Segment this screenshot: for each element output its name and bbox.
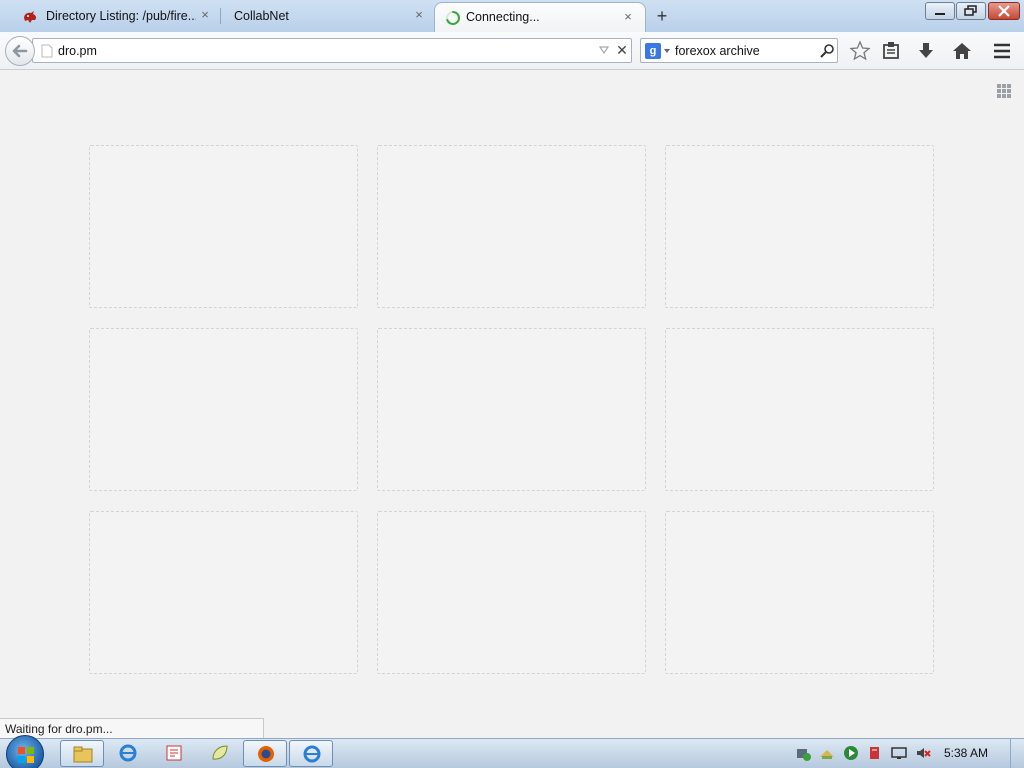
tab-label: Directory Listing: /pub/fire...	[46, 9, 196, 23]
tab-label: Connecting...	[466, 10, 540, 24]
site-thumbnail[interactable]	[665, 145, 934, 308]
taskbar-internet-explorer-open[interactable]	[289, 740, 333, 767]
site-thumbnail[interactable]	[89, 511, 358, 674]
search-icon[interactable]	[819, 43, 835, 59]
show-desktop-button[interactable]	[1010, 739, 1024, 768]
search-input[interactable]: forexox archive	[675, 44, 760, 58]
leaf-icon	[212, 745, 228, 760]
menu-icon[interactable]	[991, 40, 1013, 62]
dragon-favicon-icon	[24, 11, 37, 23]
grid-toggle-icon[interactable]	[996, 83, 1012, 99]
new-tab-button[interactable]: +	[652, 6, 672, 26]
taskbar-explorer[interactable]	[60, 740, 104, 767]
tab-directory-listing[interactable]: Directory Listing: /pub/fire... ×	[0, 3, 222, 30]
security-icon[interactable]	[867, 745, 883, 761]
taskbar-app[interactable]	[198, 740, 242, 767]
engine-dropdown-icon[interactable]	[663, 45, 671, 55]
tab-collabnet[interactable]: CollabNet ×	[214, 3, 436, 30]
new-tab-page	[0, 71, 1024, 718]
media-icon[interactable]	[843, 745, 859, 761]
update-icon[interactable]	[819, 745, 835, 761]
google-engine-icon[interactable]: g	[645, 43, 661, 59]
close-tab-icon[interactable]: ×	[198, 8, 212, 22]
volume-muted-icon[interactable]	[915, 745, 931, 761]
tab-label: CollabNet	[234, 9, 289, 23]
back-button[interactable]	[5, 36, 35, 66]
taskbar-firefox[interactable]	[243, 740, 287, 767]
windows-taskbar: 5:38 AM	[0, 735, 1024, 768]
history-dropdown-icon[interactable]	[597, 43, 611, 57]
internet-explorer-icon	[303, 745, 321, 763]
windows-logo-icon	[18, 747, 34, 763]
url-input[interactable]: dro.pm	[58, 44, 97, 58]
site-thumbnail[interactable]	[665, 328, 934, 491]
navigation-toolbar: dro.pm ✕ g forexox archive	[0, 32, 1024, 70]
taskbar-app[interactable]	[152, 740, 196, 767]
status-bar: Waiting for dro.pm...	[0, 718, 264, 738]
restore-icon	[964, 5, 977, 16]
site-thumbnail[interactable]	[89, 145, 358, 308]
app-icon	[166, 745, 182, 761]
close-tab-icon[interactable]: ×	[621, 10, 635, 24]
taskbar-internet-explorer[interactable]	[106, 740, 150, 767]
site-thumbnail[interactable]	[377, 328, 646, 491]
site-thumbnail[interactable]	[665, 511, 934, 674]
display-icon[interactable]	[891, 745, 907, 761]
restore-button[interactable]	[956, 2, 986, 20]
home-icon[interactable]	[951, 40, 973, 62]
firefox-icon	[258, 746, 274, 762]
close-tab-icon[interactable]: ×	[412, 8, 426, 22]
site-thumbnail[interactable]	[377, 145, 646, 308]
site-thumbnail[interactable]	[377, 511, 646, 674]
start-button[interactable]	[6, 735, 44, 768]
internet-explorer-icon	[119, 744, 137, 762]
stop-icon[interactable]: ✕	[615, 42, 629, 58]
tab-strip: Directory Listing: /pub/fire... × Collab…	[0, 0, 1024, 33]
site-thumbnail[interactable]	[89, 328, 358, 491]
download-icon[interactable]	[915, 40, 937, 62]
back-arrow-icon	[12, 44, 28, 58]
loading-throbber-icon	[446, 11, 460, 25]
folder-icon	[73, 746, 93, 763]
url-bar[interactable]: dro.pm ✕	[32, 38, 632, 63]
clock[interactable]: 5:38 AM	[944, 746, 988, 760]
page-icon	[41, 44, 53, 58]
network-icon[interactable]	[795, 745, 811, 761]
library-icon[interactable]	[880, 40, 902, 62]
star-icon[interactable]	[849, 40, 871, 62]
minimize-button[interactable]	[925, 2, 955, 20]
minimize-icon	[935, 13, 945, 15]
search-bar[interactable]: g forexox archive	[640, 38, 838, 63]
tab-connecting[interactable]: Connecting... ×	[434, 2, 646, 33]
close-icon	[998, 5, 1010, 17]
close-window-button[interactable]	[988, 2, 1020, 20]
